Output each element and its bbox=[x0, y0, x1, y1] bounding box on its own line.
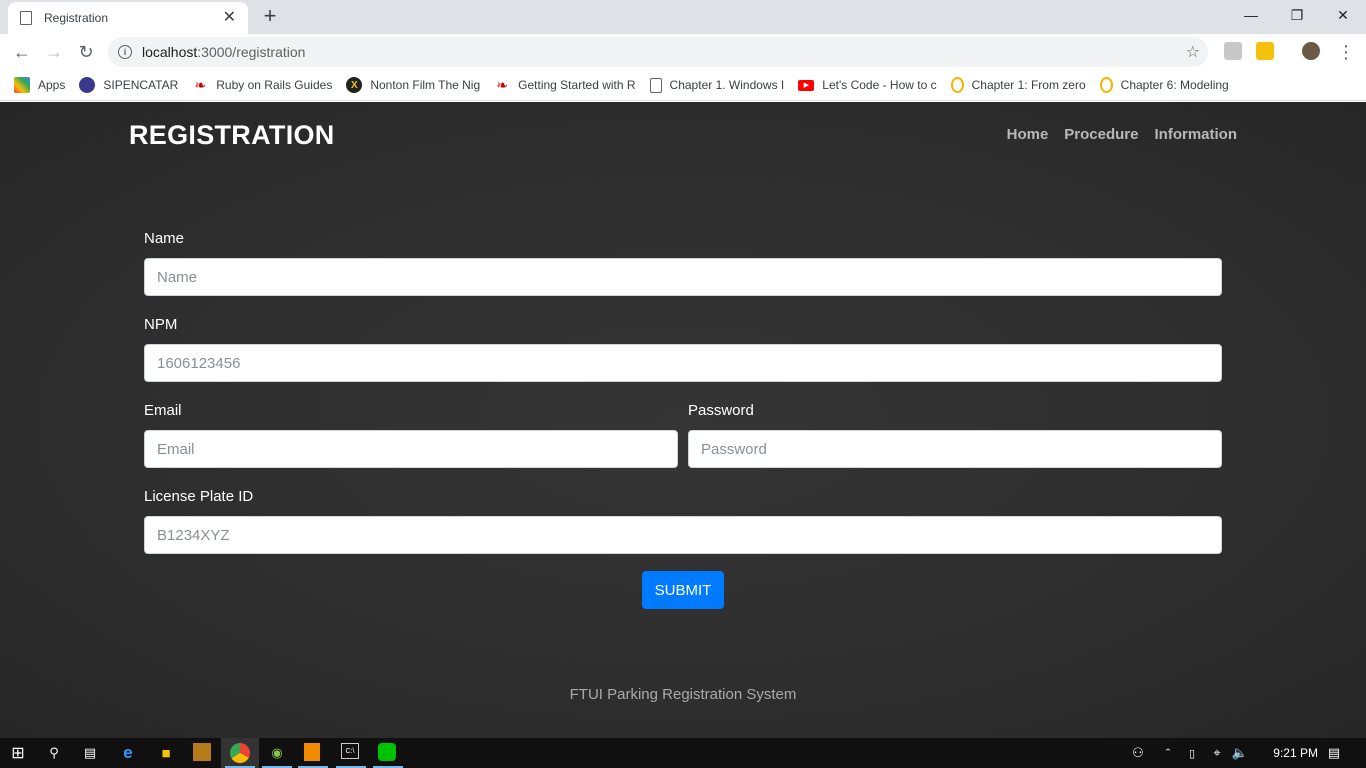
password-field[interactable] bbox=[688, 430, 1222, 468]
sublime-icon[interactable] bbox=[304, 743, 320, 761]
bookmark-item[interactable]: Chapter 6: Modeling bbox=[1099, 77, 1229, 93]
footer-text: FTUI Parking Registration System bbox=[569, 686, 797, 703]
nav-information[interactable]: Information bbox=[1155, 126, 1238, 143]
new-tab-button[interactable]: + bbox=[258, 5, 282, 27]
search-icon[interactable]: ⚲ bbox=[44, 743, 64, 763]
license-plate-field[interactable] bbox=[144, 516, 1222, 554]
file-explorer-icon[interactable]: ■ bbox=[156, 743, 176, 763]
avatar[interactable] bbox=[1302, 42, 1320, 60]
bookmark-item[interactable]: ❧ Ruby on Rails Guides bbox=[192, 77, 332, 93]
rails-icon: ❧ bbox=[496, 77, 509, 93]
wifi-icon[interactable]: ⌖ bbox=[1207, 743, 1227, 763]
menu-dots-icon[interactable]: ⋮ bbox=[1334, 40, 1358, 64]
page-content: REGISTRATION Home Procedure Information … bbox=[0, 102, 1366, 738]
maximize-button[interactable]: ❐ bbox=[1274, 0, 1320, 30]
browser-tabbar: Registration ✕ + — ❐ ✕ bbox=[0, 0, 1366, 34]
tab-title: Registration bbox=[44, 11, 109, 25]
bookmark-item[interactable]: ❧ Getting Started with R bbox=[494, 77, 635, 93]
line-icon[interactable] bbox=[378, 743, 396, 761]
name-label: Name bbox=[144, 230, 185, 247]
address-bar[interactable]: i localhost:3000/registration ☆ bbox=[108, 37, 1208, 67]
url-text: localhost:3000/registration bbox=[142, 44, 306, 60]
rails-icon: ❧ bbox=[194, 77, 207, 93]
bookmark-item[interactable]: Chapter 1: From zero bbox=[950, 77, 1086, 93]
close-window-button[interactable]: ✕ bbox=[1320, 0, 1366, 30]
pdf-extension-icon[interactable] bbox=[1224, 42, 1242, 60]
nav-procedure[interactable]: Procedure bbox=[1064, 126, 1138, 143]
bookmark-item[interactable]: Chapter 1. Windows I bbox=[649, 77, 784, 93]
close-tab-icon[interactable]: ✕ bbox=[223, 10, 236, 26]
npm-label: NPM bbox=[144, 316, 178, 333]
bookmark-star-icon[interactable]: ☆ bbox=[1186, 42, 1200, 62]
minimize-button[interactable]: — bbox=[1228, 0, 1274, 30]
battery-icon[interactable]: ▯ bbox=[1182, 743, 1202, 763]
clock[interactable]: 9:21 PM bbox=[1273, 746, 1318, 760]
bookmark-item[interactable]: ▶ Let's Code - How to c bbox=[798, 78, 937, 92]
youtube-icon: ▶ bbox=[798, 79, 815, 91]
page-icon bbox=[649, 77, 662, 93]
edge-icon[interactable]: e bbox=[118, 743, 138, 763]
main-nav: Home Procedure Information bbox=[1007, 126, 1237, 143]
bookmarks-bar: Apps SIPENCATAR ❧ Ruby on Rails Guides X… bbox=[0, 70, 1366, 101]
bookmark-apps[interactable]: Apps bbox=[14, 77, 65, 93]
apps-grid-icon bbox=[14, 77, 30, 93]
app-icon[interactable]: ◉ bbox=[267, 743, 287, 763]
windows-start-icon[interactable]: ⊞ bbox=[8, 743, 28, 763]
windows-taskbar: ⊞ ⚲ ▤ e ■ ◉ C:\ ⚇ ˆ ▯ ⌖ 🔈 9:21 PM ▤ bbox=[0, 738, 1366, 768]
extension-icon[interactable] bbox=[1256, 42, 1274, 60]
film-icon: X bbox=[346, 77, 363, 93]
page-title[interactable]: REGISTRATION bbox=[129, 120, 335, 151]
forward-arrow-icon[interactable]: → bbox=[42, 40, 66, 64]
chevron-up-icon[interactable]: ˆ bbox=[1158, 743, 1178, 763]
password-label: Password bbox=[688, 402, 754, 419]
nav-home[interactable]: Home bbox=[1007, 126, 1049, 143]
o-icon bbox=[950, 77, 964, 93]
volume-icon[interactable]: 🔈 bbox=[1230, 743, 1250, 763]
license-plate-label: License Plate ID bbox=[144, 488, 254, 505]
reload-icon[interactable]: ↻ bbox=[74, 40, 98, 64]
sipencatar-icon bbox=[79, 77, 96, 93]
terminal-icon[interactable]: C:\ bbox=[341, 743, 359, 759]
notification-icon[interactable]: ▤ bbox=[1324, 743, 1344, 763]
email-label: Email bbox=[144, 402, 182, 419]
people-icon[interactable]: ⚇ bbox=[1128, 743, 1148, 763]
bookmark-item[interactable]: X Nonton Film The Nig bbox=[346, 77, 480, 93]
submit-button[interactable]: SUBMIT bbox=[642, 571, 724, 609]
browser-tab[interactable]: Registration ✕ bbox=[8, 2, 248, 34]
bookmark-item[interactable]: SIPENCATAR bbox=[79, 77, 178, 93]
email-field[interactable] bbox=[144, 430, 678, 468]
registration-form: Name NPM Email Password License Plate ID bbox=[144, 230, 1222, 574]
browser-toolbar: ← → ↻ i localhost:3000/registration ☆ ⋮ bbox=[0, 34, 1366, 70]
back-arrow-icon[interactable]: ← bbox=[10, 40, 34, 64]
task-view-icon[interactable]: ▤ bbox=[80, 743, 100, 763]
dosbox-icon[interactable] bbox=[193, 743, 211, 761]
document-icon bbox=[20, 11, 32, 25]
npm-field[interactable] bbox=[144, 344, 1222, 382]
name-field[interactable] bbox=[144, 258, 1222, 296]
chrome-icon[interactable] bbox=[230, 743, 250, 763]
info-icon[interactable]: i bbox=[118, 45, 132, 59]
o-icon bbox=[1099, 77, 1113, 93]
